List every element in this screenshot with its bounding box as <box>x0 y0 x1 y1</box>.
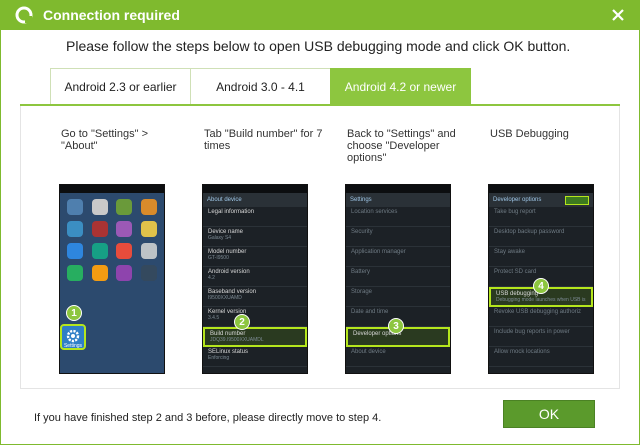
app-icon <box>67 221 84 237</box>
list-item: Application manager <box>346 247 450 267</box>
app-icon <box>140 199 157 215</box>
app-icon <box>91 199 108 215</box>
phone-screenshot-settings: Settings Location services Security Appl… <box>345 184 451 374</box>
list-item: Desktop backup password <box>489 227 593 247</box>
list-item: Kernel version 3.4.5 <box>203 307 307 327</box>
footer-note: If you have finished step 2 and 3 before… <box>34 412 382 424</box>
step-2-text: Tab "Build number" for 7 times <box>204 128 323 152</box>
list-item: Model number GT-I9500 <box>203 247 307 267</box>
list-item: Allow mock locations <box>489 347 593 367</box>
screen-title: About device <box>207 197 242 203</box>
step-1-badge: 1 <box>66 305 82 321</box>
step-3-text: Back to "Settings" and choose "Developer… <box>347 128 456 164</box>
list-item: SELinux status Enforcing <box>203 347 307 367</box>
step-4-badge: 4 <box>533 278 549 294</box>
ok-button[interactable]: OK <box>503 400 595 428</box>
step-3: Back to "Settings" and choose "Developer… <box>347 128 467 172</box>
tab-android-3-0[interactable]: Android 3.0 - 4.1 <box>190 68 331 105</box>
step-4-text: USB Debugging <box>490 128 569 140</box>
settings-app-label: Settings <box>63 343 83 349</box>
app-logo-icon <box>15 6 33 24</box>
app-icon <box>140 221 157 237</box>
instruction-text: Please follow the steps below to open US… <box>66 38 571 54</box>
app-icon <box>91 221 108 237</box>
app-icon <box>67 243 84 259</box>
tab-android-4-2[interactable]: Android 4.2 or newer <box>330 68 471 105</box>
list-item: Revoke USB debugging authoriz <box>489 307 593 327</box>
list-item: Location services <box>346 207 450 227</box>
screen-title: Settings <box>350 197 372 203</box>
list-item: Storage <box>346 287 450 307</box>
app-grid <box>60 193 164 287</box>
app-icon <box>140 243 157 259</box>
close-icon[interactable] <box>610 7 626 23</box>
app-icon <box>140 265 157 281</box>
build-number-item: Build number JDQ39.I9500XXUAMDL <box>203 327 307 347</box>
list-item: Take bug report <box>489 207 593 227</box>
list-item: Security <box>346 227 450 247</box>
step-2: Tab "Build number" for 7 times <box>204 128 324 172</box>
app-icon <box>91 265 108 281</box>
title-bar: Connection required <box>0 0 640 30</box>
app-icon <box>91 243 108 259</box>
list-item: Legal information <box>203 207 307 227</box>
screen-title: Developer options <box>493 197 542 203</box>
list-item: Device name Galaxy S4 <box>203 227 307 247</box>
toggle-on-icon <box>565 195 589 205</box>
phone-screenshot-about: About device Legal information Device na… <box>202 184 308 374</box>
app-icon <box>116 265 133 281</box>
step-3-badge: 3 <box>388 318 404 334</box>
list-item: Battery <box>346 267 450 287</box>
step-2-badge: 2 <box>234 314 250 330</box>
tab-android-2-3[interactable]: Android 2.3 or earlier <box>50 68 191 105</box>
step-1-text: Go to "Settings" > "About" <box>61 128 148 152</box>
list-item: Include bug reports in power <box>489 327 593 347</box>
step-4: USB Debugging <box>490 128 610 172</box>
app-icon <box>116 221 133 237</box>
list-item: Stay awake <box>489 247 593 267</box>
list-item: About device <box>346 347 450 367</box>
app-icon <box>67 199 84 215</box>
list-item: Android version 4.2 <box>203 267 307 287</box>
app-icon <box>116 243 133 259</box>
app-icon <box>67 265 84 281</box>
list-item: Baseband version I9500XXUAMD <box>203 287 307 307</box>
window-title: Connection required <box>43 7 180 23</box>
app-icon <box>116 199 133 215</box>
android-version-tabs: Android 2.3 or earlier Android 3.0 - 4.1… <box>50 68 471 105</box>
step-1: Go to "Settings" > "About" <box>61 128 181 172</box>
